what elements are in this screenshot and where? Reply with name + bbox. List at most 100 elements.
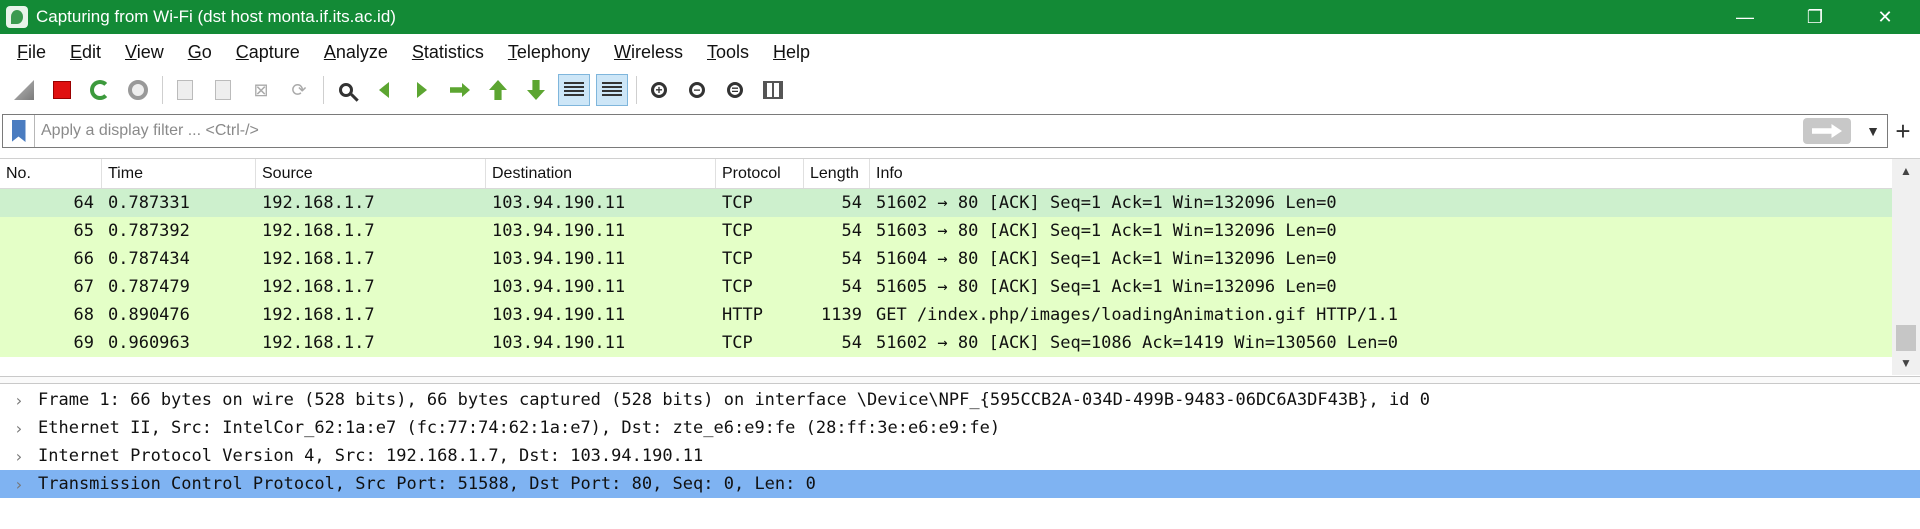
packet-length: 54 (841, 277, 862, 297)
menu-wireless[interactable]: Wireless (602, 34, 695, 70)
go-forward-icon[interactable] (406, 74, 438, 106)
packet-row[interactable]: 68 0.890476 192.168.1.7 103.94.190.11 HT… (0, 301, 1892, 329)
apply-filter-button[interactable] (1803, 118, 1851, 144)
detail-tree-item-ethernet[interactable]: › Ethernet II, Src: IntelCor_62:1a:e7 (f… (0, 414, 1920, 442)
packet-protocol: TCP (722, 221, 753, 241)
packet-protocol: TCP (722, 249, 753, 269)
packet-source: 192.168.1.7 (262, 333, 375, 353)
zoom-in-icon[interactable]: + (643, 74, 675, 106)
restart-capture-icon[interactable] (84, 74, 116, 106)
packet-list: No. Time Source Destination Protocol Len… (0, 158, 1920, 375)
chevron-right-icon[interactable]: › (0, 475, 38, 494)
column-header-time[interactable]: Time (102, 159, 256, 188)
scroll-down-icon[interactable]: ▼ (1892, 351, 1920, 375)
column-header-length[interactable]: Length (804, 159, 870, 188)
packet-list-header: No. Time Source Destination Protocol Len… (0, 159, 1892, 189)
menu-file[interactable]: File (5, 34, 58, 70)
packet-row[interactable]: 67 0.787479 192.168.1.7 103.94.190.11 TC… (0, 273, 1892, 301)
packet-info: GET /index.php/images/loadingAnimation.g… (876, 305, 1398, 325)
filter-history-dropdown[interactable]: ▼ (1859, 123, 1887, 139)
window-controls: — ❐ ✕ (1710, 0, 1920, 34)
filter-bookmark-button[interactable] (3, 115, 35, 147)
packet-row[interactable]: 66 0.787434 192.168.1.7 103.94.190.11 TC… (0, 245, 1892, 273)
menu-tools[interactable]: Tools (695, 34, 761, 70)
start-capture-icon[interactable] (8, 74, 40, 106)
detail-tree-item-frame[interactable]: › Frame 1: 66 bytes on wire (528 bits), … (0, 386, 1920, 414)
chevron-right-icon[interactable]: › (0, 419, 38, 438)
scrollbar-thumb[interactable] (1896, 325, 1916, 351)
window-title: Capturing from Wi-Fi (dst host monta.if.… (36, 7, 396, 26)
wireshark-fin-icon (6, 6, 28, 28)
add-filter-button[interactable]: + (1886, 114, 1920, 148)
menu-edit[interactable]: Edit (58, 34, 113, 70)
packet-row[interactable]: 69 0.960963 192.168.1.7 103.94.190.11 TC… (0, 329, 1892, 357)
arrow-right-icon (1812, 124, 1842, 138)
normal-size-icon[interactable]: = (719, 74, 751, 106)
close-file-icon[interactable]: ⊠ (245, 74, 277, 106)
menu-view[interactable]: View (113, 34, 176, 70)
packet-protocol: TCP (722, 193, 753, 213)
packet-details-pane: › Frame 1: 66 bytes on wire (528 bits), … (0, 386, 1920, 529)
packet-info: 51602 → 80 [ACK] Seq=1 Ack=1 Win=132096 … (876, 193, 1337, 213)
packet-destination: 103.94.190.11 (492, 193, 626, 213)
packet-source: 192.168.1.7 (262, 221, 375, 241)
detail-tree-item-tcp[interactable]: › Transmission Control Protocol, Src Por… (0, 470, 1920, 498)
close-button[interactable]: ✕ (1850, 0, 1920, 34)
column-header-info[interactable]: Info (870, 159, 1892, 188)
packet-protocol: TCP (722, 333, 753, 353)
packet-row[interactable]: 64 0.787331 192.168.1.7 103.94.190.11 TC… (0, 189, 1892, 217)
packet-source: 192.168.1.7 (262, 277, 375, 297)
detail-text: Internet Protocol Version 4, Src: 192.16… (38, 446, 704, 466)
packet-time: 0.787434 (108, 249, 190, 269)
first-packet-icon[interactable] (482, 74, 514, 106)
column-header-destination[interactable]: Destination (486, 159, 716, 188)
display-filter-input[interactable] (35, 116, 1803, 146)
find-packet-icon[interactable] (330, 74, 362, 106)
packet-protocol: HTTP (722, 305, 763, 325)
detail-tree-item-ipv4[interactable]: › Internet Protocol Version 4, Src: 192.… (0, 442, 1920, 470)
title-bar: Capturing from Wi-Fi (dst host monta.if.… (0, 0, 1920, 34)
menu-analyze[interactable]: Analyze (312, 34, 400, 70)
colorize-icon[interactable] (596, 74, 628, 106)
column-header-protocol[interactable]: Protocol (716, 159, 804, 188)
capture-options-icon[interactable] (122, 74, 154, 106)
menu-bar: File Edit View Go Capture Analyze Statis… (0, 34, 1920, 70)
column-header-source[interactable]: Source (256, 159, 486, 188)
bookmark-icon (11, 120, 26, 142)
detail-text: Frame 1: 66 bytes on wire (528 bits), 66… (38, 390, 1430, 410)
reload-file-icon[interactable]: ⟳ (283, 74, 315, 106)
packet-no: 66 (73, 249, 94, 269)
save-file-icon[interactable] (207, 74, 239, 106)
chevron-right-icon[interactable]: › (0, 447, 38, 466)
packet-no: 64 (73, 193, 94, 213)
scroll-up-icon[interactable]: ▲ (1892, 159, 1920, 183)
go-back-icon[interactable] (368, 74, 400, 106)
pane-splitter[interactable] (0, 376, 1920, 384)
stop-capture-icon[interactable] (46, 74, 78, 106)
packet-no: 65 (73, 221, 94, 241)
packet-destination: 103.94.190.11 (492, 277, 626, 297)
go-to-packet-icon[interactable] (444, 74, 476, 106)
packet-source: 192.168.1.7 (262, 249, 375, 269)
last-packet-icon[interactable] (520, 74, 552, 106)
zoom-out-icon[interactable]: − (681, 74, 713, 106)
minimize-button[interactable]: — (1710, 0, 1780, 34)
open-file-icon[interactable] (169, 74, 201, 106)
packet-row[interactable]: 65 0.787392 192.168.1.7 103.94.190.11 TC… (0, 217, 1892, 245)
maximize-button[interactable]: ❐ (1780, 0, 1850, 34)
column-header-no[interactable]: No. (0, 159, 102, 188)
resize-columns-icon[interactable] (757, 74, 789, 106)
menu-go[interactable]: Go (176, 34, 224, 70)
chevron-right-icon[interactable]: › (0, 391, 38, 410)
main-toolbar: ⊠ ⟳ + − = (0, 70, 1920, 110)
menu-capture[interactable]: Capture (224, 34, 312, 70)
auto-scroll-icon[interactable] (558, 74, 590, 106)
menu-telephony[interactable]: Telephony (496, 34, 602, 70)
packet-no: 69 (73, 333, 94, 353)
menu-help[interactable]: Help (761, 34, 822, 70)
packet-time: 0.960963 (108, 333, 190, 353)
menu-statistics[interactable]: Statistics (400, 34, 496, 70)
packet-source: 192.168.1.7 (262, 193, 375, 213)
packet-list-scrollbar[interactable]: ▲ ▼ (1892, 159, 1920, 375)
packet-info: 51603 → 80 [ACK] Seq=1 Ack=1 Win=132096 … (876, 221, 1337, 241)
